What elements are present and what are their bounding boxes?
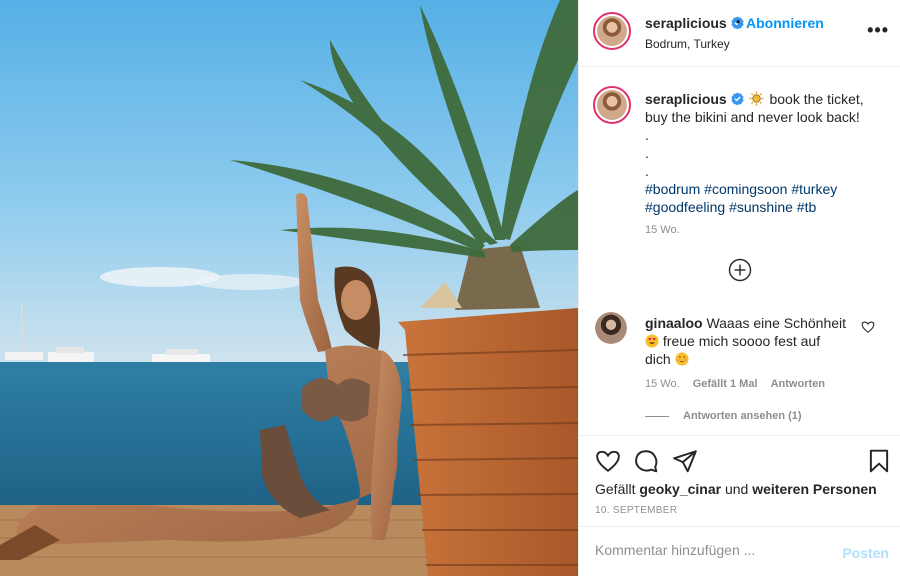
commenter-username[interactable]: ginaaloo [645, 315, 703, 331]
comment-input[interactable] [595, 542, 825, 558]
comment-icon[interactable] [633, 448, 659, 474]
caption-timestamp[interactable]: 15 Wo. [645, 224, 680, 236]
caption-avatar[interactable] [593, 86, 631, 124]
wooden-planter [398, 308, 578, 576]
comment-line-3: dich [645, 351, 671, 367]
more-options-icon[interactable]: ••• [867, 20, 889, 41]
sky [0, 0, 578, 365]
hashtag-link[interactable]: #tb [797, 199, 816, 215]
plus-circle-icon[interactable] [728, 258, 752, 282]
caption-dot: . [645, 127, 649, 143]
likes-prefix: Gefällt [595, 481, 636, 497]
hashtag-link[interactable]: #turkey [791, 181, 837, 197]
heart-icon[interactable] [595, 448, 621, 474]
photo-scene [0, 0, 578, 576]
caption-line-1: book the ticket, [769, 91, 864, 107]
likes-summary: Gefällt geoky_cinar und weiteren Persone… [595, 481, 877, 497]
share-icon[interactable] [672, 448, 698, 474]
hashtag-link[interactable]: #bodrum [645, 181, 700, 197]
comment-actions: 15 Wo. Gefällt 1 Mal Antworten [645, 378, 835, 390]
view-replies-label: Antworten ansehen (1) [683, 410, 802, 422]
post-location[interactable]: Bodrum, Turkey [645, 37, 730, 51]
post-comment-button[interactable]: Posten [842, 545, 889, 561]
sun-emoji-icon [749, 91, 764, 106]
add-comment-bar: Posten [579, 526, 900, 576]
header-separator: • [736, 14, 741, 29]
heart-icon[interactable] [861, 320, 875, 334]
verified-badge-icon [731, 92, 744, 105]
view-replies-button[interactable]: Antworten ansehen (1) [645, 410, 802, 422]
hashtag-link[interactable]: #sunshine [729, 199, 793, 215]
bookmark-icon[interactable] [866, 448, 892, 474]
hashtag-link[interactable]: #goodfeeling [645, 199, 725, 215]
comment-line-2: freue mich soooo fest auf [662, 333, 821, 349]
heart-eyes-emoji-icon [645, 334, 659, 348]
reply-button[interactable]: Antworten [771, 378, 825, 390]
other-likers-link[interactable]: weiteren Personen [752, 481, 877, 497]
hashtag-link[interactable]: #comingsoon [704, 181, 787, 197]
post-sidebar: seraplicious • Abonnieren Bodrum, Turkey… [578, 0, 900, 576]
cloud [195, 274, 305, 290]
caption-line-2: buy the bikini and never look back! [645, 109, 860, 125]
replies-divider [645, 415, 669, 417]
comment-line-1: Waaas eine Schönheit [706, 315, 847, 331]
post-action-bar: Gefällt geoky_cinar und weiteren Persone… [579, 435, 900, 525]
smiling-emoji-icon [675, 352, 689, 366]
comment-text: ginaaloo Waaas eine Schönheit freue mich… [645, 314, 855, 368]
liker-username[interactable]: geoky_cinar [639, 481, 721, 497]
caption-text: seraplicious book the ticket, buy the bi… [645, 90, 889, 216]
caption-username[interactable]: seraplicious [645, 91, 744, 107]
caption-dot: . [645, 145, 649, 161]
post-date[interactable]: 10. SEPTEMBER [595, 505, 677, 516]
likes-middle: und [724, 481, 749, 497]
commenter-avatar[interactable] [595, 312, 627, 344]
author-username[interactable]: seraplicious [645, 15, 744, 31]
comment-timestamp[interactable]: 15 Wo. [645, 378, 680, 390]
post-header: seraplicious • Abonnieren Bodrum, Turkey… [579, 0, 900, 67]
author-avatar[interactable] [593, 12, 631, 50]
follow-button[interactable]: Abonnieren [746, 15, 824, 31]
post-photo[interactable] [0, 0, 578, 576]
comment-likes[interactable]: Gefällt 1 Mal [693, 378, 758, 390]
caption-dot: . [645, 163, 649, 179]
